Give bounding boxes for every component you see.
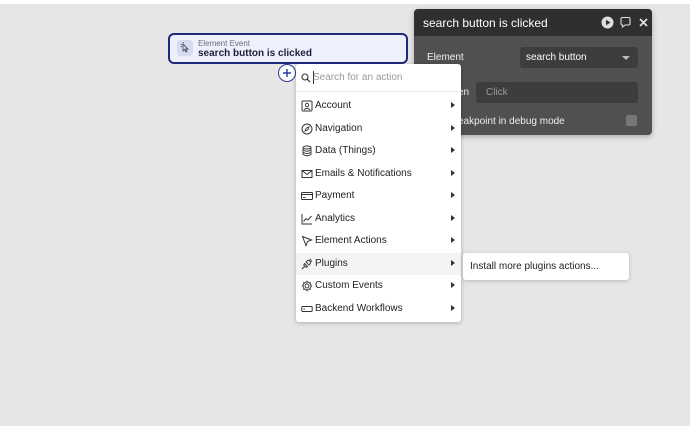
- plug-icon: [301, 258, 313, 270]
- chevron-right-icon: [451, 192, 455, 198]
- add-action-button[interactable]: [278, 64, 296, 82]
- menu-item-label: Plugins: [315, 258, 348, 269]
- menu-item-emails-notifications[interactable]: Emails & Notifications: [296, 163, 461, 185]
- chevron-right-icon: [451, 237, 455, 243]
- event-type-placeholder: Click: [486, 87, 508, 98]
- chevron-right-icon: [451, 282, 455, 288]
- element-select[interactable]: search button: [520, 47, 638, 68]
- element-select-value: search button: [526, 52, 587, 63]
- database-icon: [302, 145, 312, 157]
- action-menu: Account Navigation Data (Things) Emails …: [296, 64, 461, 322]
- server-icon: [301, 306, 313, 312]
- menu-item-label: Element Actions: [315, 235, 387, 246]
- chevron-right-icon: [451, 305, 455, 311]
- menu-item-navigation[interactable]: Navigation: [296, 118, 461, 140]
- menu-item-label: Account: [315, 100, 352, 111]
- menu-item-label: Emails & Notifications: [315, 168, 412, 179]
- top-strip: [0, 0, 690, 4]
- pointer-click-icon: [177, 40, 193, 56]
- install-plugins-actions-item[interactable]: Install more plugins actions...: [470, 261, 599, 272]
- menu-item-label: Navigation: [315, 123, 363, 134]
- menu-item-label: Custom Events: [315, 280, 383, 291]
- chevron-right-icon: [451, 125, 455, 131]
- panel-header: search button is clicked: [414, 9, 652, 36]
- element-event-card[interactable]: Element Event search button is clicked: [168, 33, 408, 64]
- menu-item-account[interactable]: Account: [296, 95, 461, 117]
- menu-item-custom-events[interactable]: Custom Events: [296, 275, 461, 297]
- event-name-label: search button is clicked: [198, 48, 312, 59]
- chevron-right-icon: [451, 215, 455, 221]
- menu-item-label: Backend Workflows: [315, 303, 403, 314]
- menu-item-analytics[interactable]: Analytics: [296, 208, 461, 230]
- chevron-right-icon: [451, 147, 455, 153]
- menu-item-backend-workflows[interactable]: Backend Workflows: [296, 298, 461, 320]
- account-icon: [301, 100, 313, 112]
- event-type-label: Element Event: [198, 39, 251, 48]
- action-search-row: [296, 64, 461, 92]
- close-icon[interactable]: [637, 16, 650, 29]
- chevron-down-icon: [622, 56, 630, 60]
- menu-item-plugins[interactable]: Plugins: [296, 253, 461, 275]
- cog-icon: [301, 280, 313, 292]
- chevron-right-icon: [451, 260, 455, 266]
- breakpoint-checkbox[interactable]: [626, 115, 637, 126]
- menu-item-element-actions[interactable]: Element Actions: [296, 230, 461, 252]
- breakpoint-label: eakpoint in debug mode: [458, 116, 565, 127]
- element-label: Element: [427, 52, 464, 63]
- comment-icon[interactable]: [619, 16, 632, 29]
- event-type-input[interactable]: Click: [476, 82, 638, 103]
- cursor-icon: [301, 235, 313, 247]
- plugins-submenu: Install more plugins actions...: [463, 253, 629, 280]
- chevron-right-icon: [451, 170, 455, 176]
- compass-icon: [301, 123, 313, 135]
- chevron-right-icon: [451, 102, 455, 108]
- menu-item-label: Analytics: [315, 213, 356, 224]
- menu-item-label: Payment: [315, 190, 355, 201]
- menu-item-data-things[interactable]: Data (Things): [296, 140, 461, 162]
- plus-icon: [283, 69, 291, 77]
- credit-card-icon: [301, 192, 313, 200]
- play-icon[interactable]: [601, 16, 614, 29]
- menu-item-payment[interactable]: Payment: [296, 185, 461, 207]
- envelope-icon: [301, 170, 313, 178]
- line-chart-icon: [301, 214, 312, 225]
- search-icon: [301, 73, 311, 83]
- action-search-input[interactable]: [313, 70, 453, 85]
- panel-title: search button is clicked: [423, 16, 548, 30]
- menu-item-label: Data (Things): [315, 145, 376, 156]
